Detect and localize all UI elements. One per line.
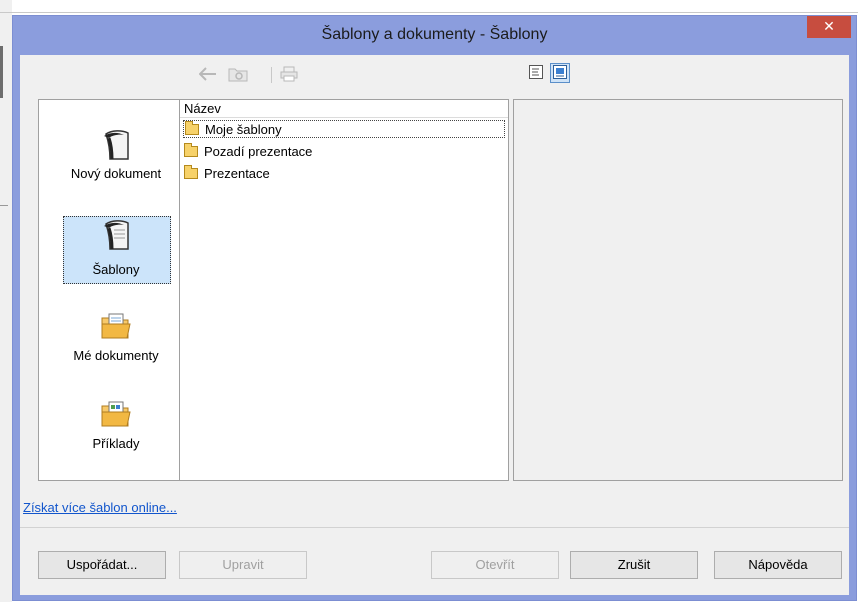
list-item-label: Moje šablony bbox=[205, 121, 282, 137]
list-item[interactable]: Moje šablony bbox=[183, 120, 505, 138]
background-window-line bbox=[0, 12, 858, 13]
nav-item-examples[interactable]: Příklady bbox=[39, 398, 193, 468]
arrow-left-icon[interactable] bbox=[198, 65, 218, 83]
list-item[interactable]: Prezentace bbox=[183, 164, 505, 182]
templates-icon bbox=[100, 218, 132, 255]
background-window-mark bbox=[0, 205, 8, 206]
preview-view-icon bbox=[553, 64, 567, 82]
list-item-label: Pozadí prezentace bbox=[204, 143, 313, 159]
nav-item-label: Nový dokument bbox=[70, 166, 162, 181]
category-panel: Nový dokument Šablony Mé dokumenty Příkl… bbox=[38, 99, 194, 481]
details-view-icon bbox=[529, 64, 543, 82]
folder-icon bbox=[185, 120, 199, 135]
nav-item-label: Mé dokumenty bbox=[73, 348, 159, 363]
dialog-body: Nový dokument Šablony Mé dokumenty Příkl… bbox=[20, 55, 849, 595]
folder-icon bbox=[184, 142, 198, 157]
background-window-mark bbox=[0, 46, 3, 98]
column-header-name[interactable]: Název bbox=[180, 100, 508, 118]
nav-item-new-document[interactable]: Nový dokument bbox=[39, 128, 193, 198]
template-list: Název Moje šablony Pozadí prezentace Pre… bbox=[179, 99, 509, 481]
close-button[interactable]: ✕ bbox=[807, 16, 851, 38]
get-more-templates-link[interactable]: Získat více šablon online... bbox=[23, 500, 177, 515]
list-item-label: Prezentace bbox=[204, 165, 270, 181]
toolbar bbox=[20, 55, 849, 95]
folder-up-icon[interactable] bbox=[227, 65, 249, 83]
new-document-icon bbox=[100, 128, 132, 165]
dialog-title: Šablony a dokumenty - Šablony bbox=[321, 26, 548, 43]
preview-panel bbox=[513, 99, 843, 481]
nav-item-templates[interactable]: Šablony bbox=[39, 216, 193, 284]
organize-button[interactable]: Uspořádat... bbox=[38, 551, 166, 579]
title-bar[interactable]: Šablony a dokumenty - Šablony ✕ bbox=[13, 16, 856, 56]
examples-icon bbox=[100, 398, 132, 433]
nav-item-label: Příklady bbox=[92, 436, 140, 451]
toolbar-separator bbox=[271, 67, 272, 83]
cancel-button[interactable]: Zrušit bbox=[570, 551, 698, 579]
nav-item-label: Šablony bbox=[92, 262, 140, 277]
print-icon[interactable] bbox=[279, 65, 299, 83]
templates-dialog: Šablony a dokumenty - Šablony ✕ Nový dok… bbox=[12, 15, 857, 601]
preview-view-button[interactable] bbox=[550, 63, 570, 83]
folder-icon bbox=[184, 164, 198, 179]
edit-button[interactable]: Upravit bbox=[179, 551, 307, 579]
my-documents-icon bbox=[100, 310, 132, 345]
details-view-button[interactable] bbox=[526, 63, 546, 83]
nav-item-my-documents[interactable]: Mé dokumenty bbox=[39, 310, 193, 380]
help-button[interactable]: Nápověda bbox=[714, 551, 842, 579]
list-item[interactable]: Pozadí prezentace bbox=[183, 142, 505, 160]
open-button[interactable]: Otevřít bbox=[431, 551, 559, 579]
button-separator bbox=[20, 527, 849, 528]
close-icon: ✕ bbox=[823, 18, 835, 34]
